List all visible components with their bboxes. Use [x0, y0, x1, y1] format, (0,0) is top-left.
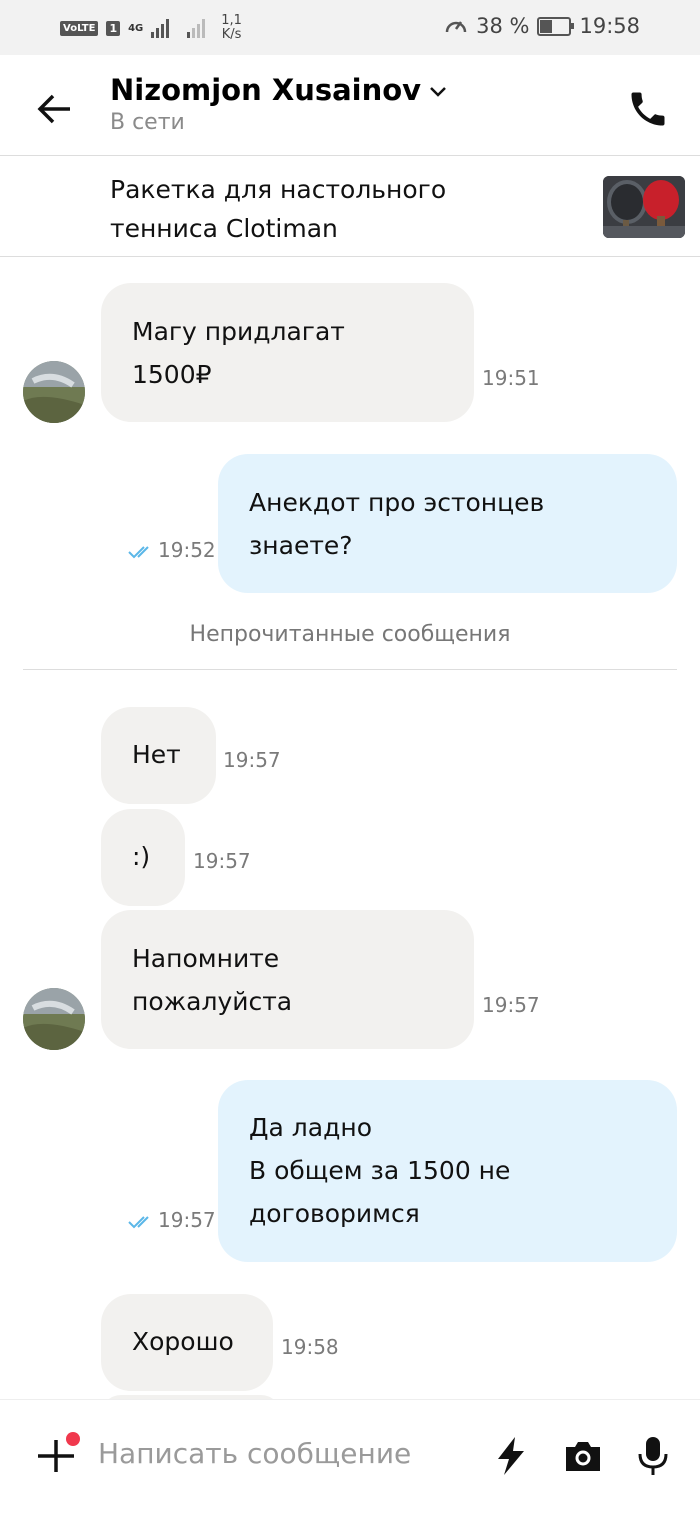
message-composer: Написать сообщение	[0, 1399, 700, 1518]
clock: 19:58	[579, 14, 640, 38]
phone-icon[interactable]	[626, 87, 670, 131]
read-ticks-icon	[128, 545, 149, 558]
message-text: Магу придлагат 1500₽	[132, 317, 345, 389]
signal-icon	[151, 18, 170, 38]
message-time: 19:57	[223, 748, 281, 772]
battery-percent: 38 %	[476, 14, 530, 38]
message-bubble[interactable]: Да ладно В общем за 1500 не договоримся	[218, 1080, 677, 1262]
message-bubble[interactable]: :)	[101, 809, 185, 906]
status-bar: VoLTE 1 4G 1,1 K/s 38 % 19:58	[0, 0, 700, 55]
chat-header: Nizomjon Xusainov В сети	[0, 55, 700, 156]
listing-thumbnail[interactable]	[603, 176, 685, 238]
message-list[interactable]: Магу придлагат 1500₽ 19:51 19:52 Анекдот…	[0, 257, 700, 1399]
signal-2-icon	[187, 18, 206, 38]
network-speed: 1,1 K/s	[221, 13, 242, 42]
message-text: :)	[132, 842, 151, 871]
notification-dot	[66, 1432, 80, 1446]
contact-status: В сети	[110, 110, 185, 135]
message-text: Хорошо	[132, 1327, 234, 1356]
contact-avatar[interactable]	[23, 361, 85, 423]
message-time: 19:52	[128, 538, 216, 562]
message-bubble[interactable]: Хорошо	[101, 1294, 273, 1391]
message-time: 19:58	[281, 1335, 339, 1359]
message-text: Напомните пожалуйста	[132, 944, 293, 1016]
message-time: 19:57	[193, 849, 251, 873]
battery-icon	[537, 16, 575, 36]
volte-indicator: VoLTE	[60, 20, 99, 36]
message-text: Анекдот про эстонцев знаете?	[249, 488, 545, 560]
message-time: 19:51	[482, 366, 540, 390]
contact-avatar[interactable]	[23, 988, 85, 1050]
message-text: Да ладно В общем за 1500 не договоримся	[249, 1113, 511, 1228]
lightning-icon[interactable]	[489, 1434, 533, 1478]
microphone-icon[interactable]	[631, 1434, 675, 1478]
listing-title: Ракетка для настольного тенниса Clotiman	[110, 175, 447, 243]
unread-divider	[23, 669, 677, 670]
message-input[interactable]: Написать сообщение	[98, 1434, 411, 1474]
message-time: 19:57	[128, 1208, 216, 1232]
message-bubble[interactable]: Нет	[101, 707, 216, 804]
sim-indicator: 1	[106, 20, 121, 36]
message-time: 19:57	[482, 993, 540, 1017]
camera-icon[interactable]	[561, 1434, 605, 1478]
network-type: 4G	[128, 22, 144, 34]
listing-banner[interactable]: Ракетка для настольного тенниса Clotiman	[0, 156, 700, 257]
chevron-down-icon	[430, 87, 446, 97]
message-bubble[interactable]: Анекдот про эстонцев знаете?	[218, 454, 677, 593]
contact-name[interactable]: Nizomjon Xusainov	[110, 73, 447, 107]
unread-divider-label: Непрочитанные сообщения	[189, 622, 511, 647]
message-bubble[interactable]: Магу придлагат 1500₽	[101, 283, 474, 422]
message-text: Нет	[132, 740, 181, 769]
read-ticks-icon	[128, 1215, 149, 1228]
speedometer-icon	[445, 21, 467, 33]
message-bubble[interactable]: Напомните пожалуйста	[101, 910, 474, 1049]
back-arrow-icon[interactable]	[34, 89, 74, 129]
